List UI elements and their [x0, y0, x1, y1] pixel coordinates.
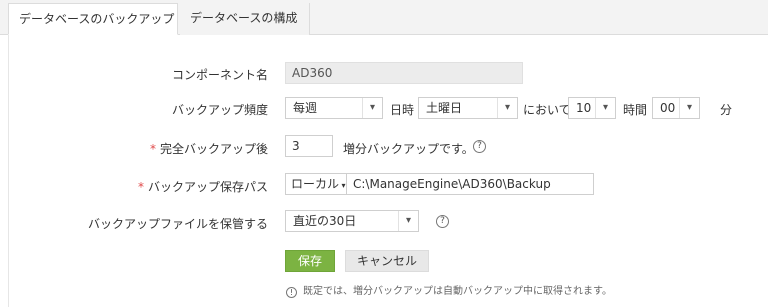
- required-marker: *: [149, 142, 156, 156]
- full-backup-label-text: 完全バックアップ後: [159, 142, 268, 156]
- caret-down-icon: ▾: [339, 181, 346, 190]
- backup-form: コンポーネント名 AD360 バックアップ頻度 每週 ▾ 日時 土曜日 ▾ にお…: [8, 35, 768, 307]
- tab-bar: データベースのバックアップ データベースの構成: [0, 0, 768, 35]
- at-label: において: [523, 103, 571, 117]
- info-note: ! 既定では、増分バックアップは自動バックアップ中に取得されます。: [286, 282, 612, 298]
- chevron-down-icon: ▾: [679, 98, 699, 118]
- minute-label: 分: [720, 103, 733, 117]
- chevron-down-icon: ▾: [362, 98, 382, 118]
- component-name-label: コンポーネント名: [171, 68, 268, 82]
- backup-location-value: ローカル: [291, 177, 340, 191]
- day-label: 日時: [390, 103, 415, 117]
- frequency-minute-value: 00: [660, 101, 676, 115]
- component-name-field: AD360: [285, 62, 523, 84]
- hour-label: 時間: [623, 103, 648, 117]
- info-note-text: 既定では、増分バックアップは自動バックアップ中に取得されます。: [303, 286, 612, 297]
- frequency-hour-value: 10: [576, 101, 592, 115]
- tab-database-backup[interactable]: データベースのバックアップ: [8, 3, 178, 35]
- frequency-day-select[interactable]: 土曜日 ▾: [418, 97, 518, 119]
- backup-path-input[interactable]: C:\ManageEngine\AD360\Backup: [346, 173, 594, 195]
- full-backup-suffix: 増分バックアップです。: [343, 142, 474, 156]
- retention-select[interactable]: 直近の30日 ▾: [285, 210, 419, 232]
- cancel-button[interactable]: キャンセル: [345, 250, 429, 272]
- frequency-label: バックアップ頻度: [171, 103, 268, 117]
- info-icon: !: [286, 287, 297, 298]
- frequency-minute-select[interactable]: 00 ▾: [652, 97, 700, 119]
- chevron-down-icon: ▾: [497, 98, 517, 118]
- tab-database-config[interactable]: データベースの構成: [180, 3, 310, 35]
- full-backup-label: * 完全バックアップ後: [150, 140, 268, 157]
- full-backup-count-input[interactable]: 3: [285, 135, 333, 157]
- required-marker: *: [137, 180, 144, 194]
- frequency-day-value: 土曜日: [426, 101, 463, 115]
- save-button[interactable]: 保存: [285, 250, 335, 272]
- retention-value: 直近の30日: [293, 214, 357, 228]
- frequency-period-select[interactable]: 每週 ▾: [285, 97, 383, 119]
- help-icon[interactable]: ?: [436, 215, 449, 228]
- chevron-down-icon: ▾: [595, 98, 615, 118]
- help-icon[interactable]: ?: [473, 140, 486, 153]
- frequency-period-value: 每週: [293, 101, 318, 115]
- frequency-hour-select[interactable]: 10 ▾: [568, 97, 616, 119]
- backup-path-label-text: バックアップ保存パス: [147, 180, 268, 194]
- backup-location-select[interactable]: ローカル ▾: [285, 173, 347, 195]
- retention-label: バックアップファイルを保管する: [87, 217, 268, 231]
- chevron-down-icon: ▾: [398, 211, 418, 231]
- backup-path-label: * バックアップ保存パス: [138, 178, 268, 195]
